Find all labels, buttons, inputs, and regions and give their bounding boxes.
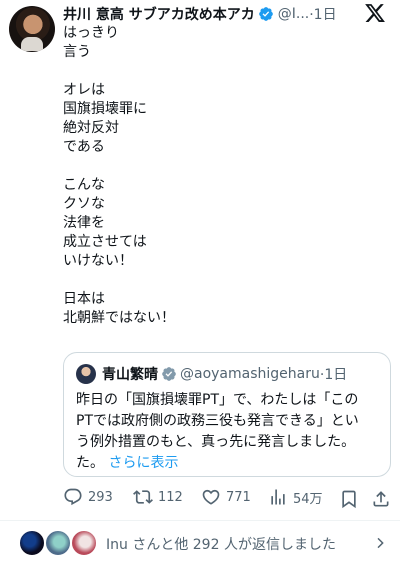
replier-avatar — [18, 529, 46, 557]
quoted-tweet-line-end: た。 — [76, 455, 104, 471]
verified-badge-icon — [162, 367, 176, 381]
reply-summary-text: Inu さんと他 292 人が返信しました — [106, 537, 336, 553]
tweet-line: いけない！ — [63, 253, 133, 269]
tweet-time[interactable]: ·1日 — [309, 4, 336, 24]
quoted-author-name: 青山繁晴 — [102, 367, 158, 383]
tweet-line: はっきり — [63, 25, 119, 41]
tweet-actions: 293 112 771 54万 — [63, 487, 393, 511]
quoted-tweet[interactable]: 青山繁晴 @aoyamashigeharu ·1日 昨日の「国旗損壊罪PT」で、… — [63, 352, 391, 477]
replier-avatar — [70, 529, 98, 557]
repost-button[interactable]: 112 — [133, 487, 183, 507]
views-icon — [271, 489, 285, 505]
share-icon[interactable] — [371, 489, 391, 509]
tweet-line: 絶対反対 — [63, 120, 119, 136]
like-icon — [202, 489, 220, 505]
quoted-author-avatar — [76, 364, 96, 384]
quoted-tweet-text: 昨日の「国旗損壊罪PT」で、わたしは「この PTでは政府側の政務三役も発言できる… — [76, 390, 388, 474]
tweet-line: 法律を — [63, 215, 105, 231]
replier-avatar — [44, 529, 72, 557]
show-more-link[interactable]: さらに表示 — [108, 455, 178, 471]
tweet-line: 国旗損壊罪に — [63, 101, 147, 117]
quoted-tweet-line: 昨日の「国旗損壊罪PT」で、わたしは「この — [76, 392, 359, 408]
tweet-line: 北朝鮮ではない！ — [63, 310, 175, 326]
tweet-text: はっきり 言う オレは 国旗損壊罪に 絶対反対 である こんな クソな 法律を … — [63, 24, 383, 328]
chevron-right-icon — [377, 537, 384, 549]
repost-count: 112 — [158, 489, 183, 505]
quoted-tweet-line: た。 さらに表示 — [76, 453, 388, 474]
quoted-tweet-time: ·1日 — [319, 367, 348, 383]
repost-icon — [133, 490, 153, 504]
tweet-line: クソな — [63, 196, 105, 212]
views-count: 54万 — [293, 491, 323, 507]
tweet-line: オレは — [63, 82, 105, 98]
quoted-tweet-header: 青山繁晴 @aoyamashigeharu ·1日 — [76, 364, 347, 384]
tweet-line: こんな — [63, 177, 105, 193]
quoted-tweet-line: PTでは政府側の政務三役も発言できる」とい — [76, 413, 359, 429]
reply-button[interactable]: 293 — [63, 487, 113, 507]
quoted-tweet-line: う例外措置のもと、真っ先に発言しました。 — [76, 434, 356, 450]
divider — [0, 520, 400, 521]
author-avatar[interactable] — [9, 6, 55, 52]
verified-badge-icon — [258, 7, 273, 21]
tweet-line: 成立させては — [63, 234, 147, 250]
tweet-line: である — [63, 139, 105, 155]
tweet-header: 井川 意高 サブアカ改め本アカ @I... ·1日 — [63, 3, 337, 25]
like-count: 771 — [226, 489, 251, 505]
x-logo-icon[interactable] — [364, 2, 386, 24]
tweet-line: 日本は — [63, 291, 105, 307]
tweet-line: 言う — [63, 44, 91, 60]
author-display-name[interactable]: 井川 意高 サブアカ改め本アカ — [63, 4, 255, 24]
bookmark-icon[interactable] — [339, 489, 359, 509]
views-button[interactable]: 54万 — [268, 487, 323, 507]
reply-count: 293 — [88, 489, 113, 505]
reply-summary-row[interactable]: Inu さんと他 292 人が返信しました — [0, 527, 400, 561]
like-button[interactable]: 771 — [201, 487, 251, 507]
quoted-author-handle: @aoyamashigeharu — [180, 366, 320, 382]
author-handle[interactable]: @I... — [278, 6, 309, 22]
reply-icon — [64, 488, 82, 506]
